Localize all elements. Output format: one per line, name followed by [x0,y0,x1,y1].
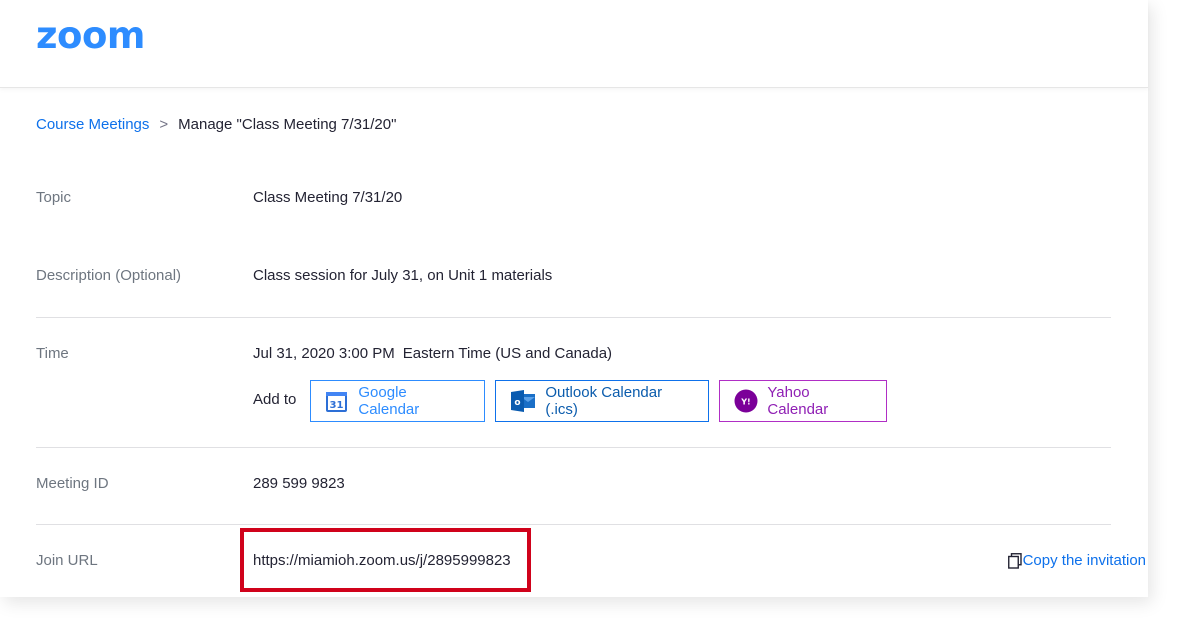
topic-value: Class Meeting 7/31/20 [253,189,403,206]
svg-text:31: 31 [330,400,344,411]
join-url-highlight [240,528,531,592]
outlook-calendar-button[interactable]: o Outlook Calendar (.ics) [495,380,710,422]
copy-icon [1007,552,1022,569]
add-to-label: Add to [253,390,297,408]
breadcrumb-separator: > [159,116,169,133]
topic-label: Topic [36,189,72,206]
copy-invitation-link[interactable]: Copy the invitation [1007,552,1146,569]
meeting-id-value: 289 599 9823 [253,475,345,492]
page-card [0,0,1148,597]
copy-invitation-label: Copy the invitation [1022,552,1146,569]
app-header: zoom [0,0,1148,88]
outlook-calendar-label: Outlook Calendar (.ics) [545,384,663,418]
meeting-id-label: Meeting ID [36,475,109,492]
breadcrumb-course-meetings[interactable]: Course Meetings [36,116,149,133]
google-calendar-button[interactable]: 31 Google Calendar [310,380,486,422]
google-calendar-label: Google Calendar [358,384,420,418]
yahoo-icon: Y! [734,389,758,413]
divider [36,524,1111,525]
description-label: Description (Optional) [36,267,182,284]
time-label: Time [36,345,69,362]
zoom-logo[interactable]: zoom [36,14,145,57]
svg-text:Y!: Y! [741,398,751,407]
add-to-calendar: Add to 31 Google Calendar o Outlook Cale… [253,380,897,422]
join-url-label: Join URL [36,552,98,569]
time-datetime: Jul 31, 2020 3:00 PM [253,345,395,362]
divider [36,447,1111,448]
time-timezone: Eastern Time (US and Canada) [402,345,613,362]
description-value: Class session for July 31, on Unit 1 mat… [253,267,553,284]
breadcrumb: Course Meetings > Manage "Class Meeting … [36,116,396,133]
outlook-icon: o [511,390,536,412]
yahoo-calendar-button[interactable]: Y! Yahoo Calendar [719,380,888,422]
yahoo-calendar-label: Yahoo Calendar [767,384,829,418]
svg-text:o: o [515,398,521,408]
divider [36,317,1111,318]
breadcrumb-current: Manage "Class Meeting 7/31/20" [178,116,397,133]
time-value: Jul 31, 2020 3:00 PM Eastern Time (US and… [253,345,612,362]
google-calendar-icon: 31 [326,392,348,412]
